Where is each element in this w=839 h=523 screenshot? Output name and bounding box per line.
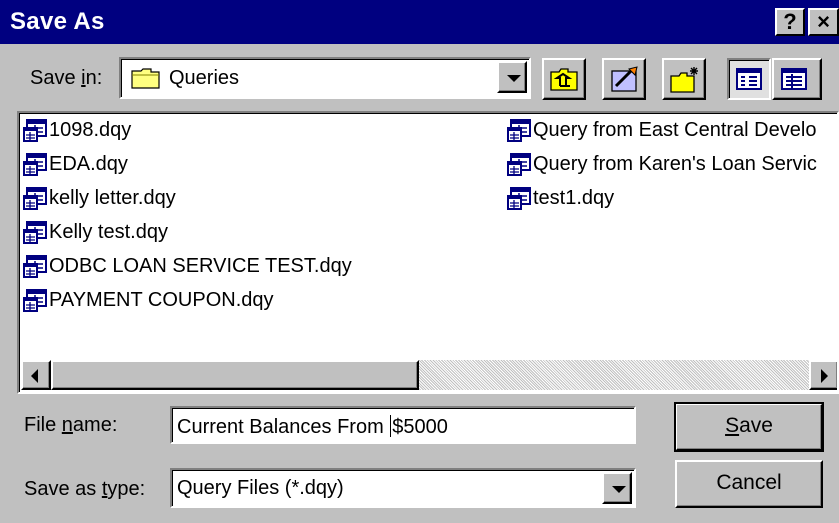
scroll-thumb[interactable] — [51, 360, 419, 390]
look-in-favorites-button[interactable] — [602, 58, 646, 100]
save-button[interactable]: Save — [674, 402, 824, 452]
file-name-text: EDA.dqy — [49, 153, 128, 175]
up-one-level-icon — [550, 68, 578, 91]
save-as-type-value: Query Files (*.dqy) — [177, 477, 344, 499]
list-view-button[interactable] — [727, 58, 771, 100]
file-name-text: Query from Karen's Loan Servic — [533, 153, 817, 175]
query-file-icon — [23, 187, 47, 210]
save-as-type-label: Save as type: — [24, 478, 146, 500]
query-file-icon — [507, 153, 531, 176]
details-view-icon — [781, 68, 807, 90]
file-list[interactable]: 1098.dqy EDA.dqy kelly letter.dqy Kelly tes… — [17, 111, 839, 394]
cancel-button[interactable]: Cancel — [675, 460, 823, 508]
list-view-icon — [736, 68, 762, 90]
chevron-down-icon — [507, 75, 521, 82]
file-name-text: 1098.dqy — [49, 119, 132, 141]
query-file-icon — [23, 289, 47, 312]
title-bar[interactable]: Save As ? × — [0, 0, 839, 44]
close-button[interactable]: × — [808, 8, 839, 36]
dialog-title: Save As — [10, 8, 105, 35]
scroll-right-arrow-icon — [821, 369, 828, 383]
create-new-folder-button[interactable] — [662, 58, 706, 100]
save-in-dropdown-button[interactable] — [497, 61, 527, 93]
query-file-icon — [23, 221, 47, 244]
save-as-dialog: Save As ? × Save in: Queries 1098.dqy ED… — [0, 0, 839, 523]
save-in-value: Queries — [169, 67, 240, 89]
save-in-label: Save in: — [30, 67, 103, 89]
query-file-icon — [23, 153, 47, 176]
save-in-dropdown[interactable]: Queries — [119, 57, 531, 99]
query-file-icon — [507, 187, 531, 210]
chevron-down-icon — [612, 486, 626, 493]
scroll-left-button[interactable] — [21, 360, 51, 390]
file-name-text: test1.dqy — [533, 187, 615, 209]
look-in-favorites-icon — [611, 66, 638, 92]
query-file-icon — [23, 119, 47, 142]
file-name-input[interactable]: Current Balances From $5000 — [170, 406, 636, 444]
query-file-icon — [23, 255, 47, 278]
details-view-button[interactable] — [772, 58, 822, 100]
horizontal-scrollbar[interactable] — [21, 360, 837, 390]
file-name-value: Current Balances From $5000 — [177, 415, 448, 438]
scroll-right-button[interactable] — [809, 360, 837, 390]
file-name-text: ODBC LOAN SERVICE TEST.dqy — [49, 255, 352, 277]
save-as-type-dropdown-button[interactable] — [602, 472, 632, 504]
file-name-text: Kelly test.dqy — [49, 221, 168, 243]
save-as-type-dropdown[interactable]: Query Files (*.dqy) — [170, 468, 636, 508]
file-name-text: PAYMENT COUPON.dqy — [49, 289, 274, 311]
file-name-label: File name: — [24, 414, 118, 436]
file-name-text: Query from East Central Develo — [533, 119, 817, 141]
query-file-icon — [507, 119, 531, 142]
scroll-left-arrow-icon — [31, 369, 38, 383]
folder-icon — [131, 68, 160, 89]
help-button[interactable]: ? — [775, 8, 805, 36]
file-name-text: kelly letter.dqy — [49, 187, 176, 209]
create-new-folder-icon — [670, 67, 698, 93]
up-one-level-button[interactable] — [542, 58, 586, 100]
